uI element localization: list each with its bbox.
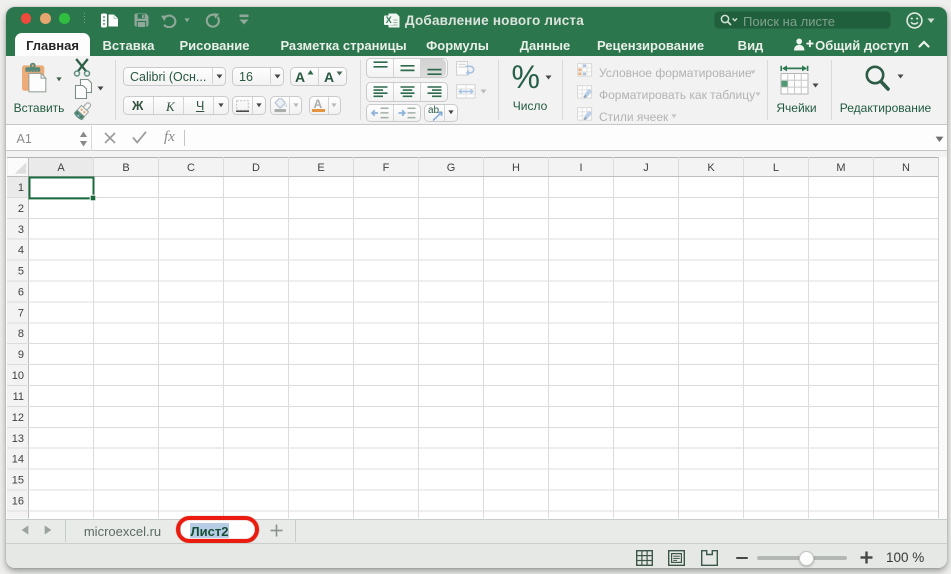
svg-text:I: I [579, 162, 582, 174]
svg-text:H: H [512, 162, 520, 174]
svg-text:12: 12 [12, 412, 24, 424]
svg-text:G: G [447, 162, 456, 174]
svg-text:M: M [836, 162, 845, 174]
svg-text:K: K [707, 162, 715, 174]
svg-text:X: X [386, 15, 392, 25]
svg-text:8: 8 [18, 328, 24, 340]
svg-text:N: N [902, 162, 910, 174]
svg-text:C: C [187, 162, 195, 174]
svg-text:16: 16 [12, 495, 24, 507]
svg-text:15: 15 [12, 474, 24, 486]
svg-text:A: A [57, 162, 65, 174]
svg-text:1: 1 [18, 182, 24, 194]
svg-text:13: 13 [12, 433, 24, 445]
svg-text:J: J [643, 162, 649, 174]
svg-text:B: B [122, 162, 129, 174]
svg-text:11: 11 [13, 391, 24, 403]
svg-text:6: 6 [18, 286, 24, 298]
svg-text:E: E [317, 162, 324, 174]
svg-text:10: 10 [12, 370, 24, 382]
svg-text:9: 9 [18, 349, 24, 361]
svg-text:2: 2 [18, 203, 24, 215]
svg-text:D: D [252, 162, 260, 174]
svg-text:4: 4 [18, 245, 24, 257]
svg-text:5: 5 [18, 265, 24, 277]
svg-text:ab: ab [428, 105, 440, 116]
svg-text:L: L [773, 162, 779, 174]
svg-text:14: 14 [12, 454, 24, 466]
svg-text:3: 3 [18, 224, 24, 236]
svg-text:7: 7 [18, 307, 24, 319]
svg-text:F: F [383, 162, 390, 174]
